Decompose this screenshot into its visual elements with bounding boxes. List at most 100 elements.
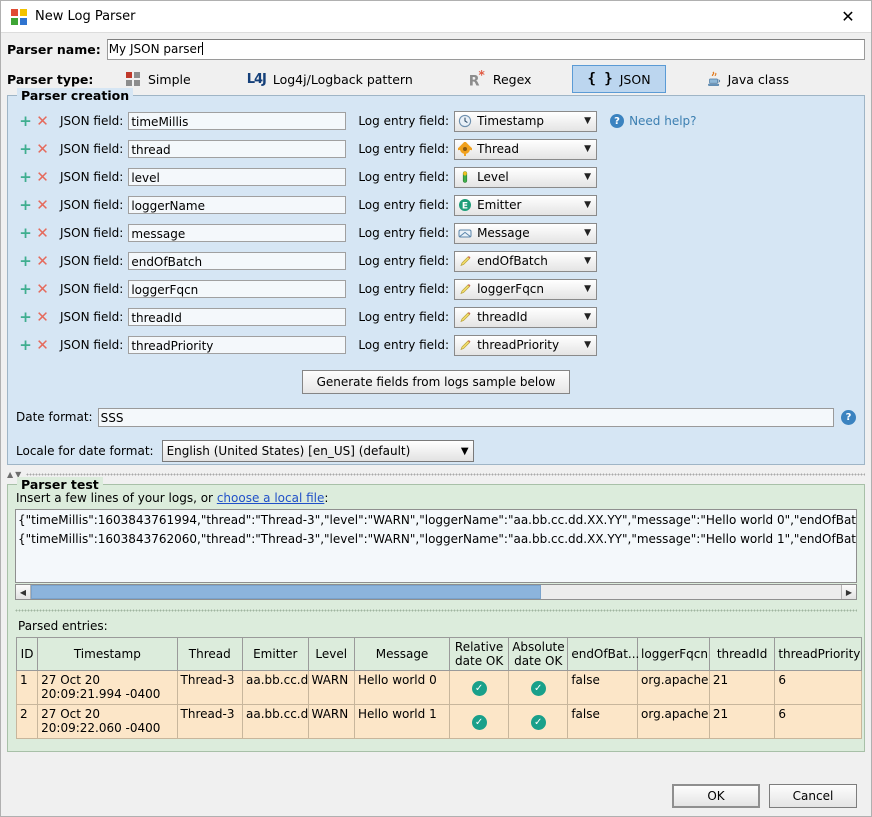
log-entry-field-select[interactable]: E Emitter ▼ bbox=[454, 194, 598, 216]
log-entry-field-label: Log entry field: bbox=[358, 142, 450, 156]
json-field-input[interactable]: message bbox=[128, 224, 347, 242]
add-field-icon[interactable]: + bbox=[18, 309, 33, 325]
column-header-threadpriority[interactable]: threadPriority bbox=[774, 637, 862, 671]
remove-field-icon[interactable]: ✕ bbox=[35, 337, 50, 353]
choose-local-file-link[interactable]: choose a local file bbox=[217, 491, 325, 505]
hint-suffix: : bbox=[324, 491, 329, 505]
parser-type-tab-regex[interactable]: R* Regex bbox=[454, 65, 547, 93]
locale-select[interactable]: English (United States) [en_US] (default… bbox=[161, 440, 474, 462]
remove-field-icon[interactable]: ✕ bbox=[35, 197, 50, 213]
json-field-input[interactable]: threadPriority bbox=[128, 336, 347, 354]
json-field-input[interactable]: thread bbox=[128, 140, 347, 158]
json-field-input[interactable]: level bbox=[128, 168, 347, 186]
cell-message: Hello world 1 bbox=[353, 704, 451, 739]
pencil-icon bbox=[458, 338, 472, 352]
log-entry-field-select[interactable]: Timestamp ▼ bbox=[454, 110, 598, 132]
hscroll-track[interactable] bbox=[31, 585, 841, 599]
json-field-label: JSON field: bbox=[60, 254, 124, 268]
column-header-emitter[interactable]: Emitter bbox=[242, 637, 309, 671]
date-format-input[interactable]: SSS bbox=[97, 407, 834, 427]
remove-field-icon[interactable]: ✕ bbox=[35, 113, 50, 129]
collapse-up-icon[interactable]: ▲ bbox=[7, 470, 13, 479]
hint-prefix: Insert a few lines of your logs, or bbox=[16, 491, 217, 505]
field-row: + ✕ JSON field: endOfBatch Log entry fie… bbox=[8, 247, 864, 275]
add-field-icon[interactable]: + bbox=[18, 281, 33, 297]
parser-name-input[interactable]: My JSON parser bbox=[106, 38, 865, 60]
add-field-icon[interactable]: + bbox=[18, 337, 33, 353]
json-field-input[interactable]: timeMillis bbox=[128, 112, 347, 130]
json-field-label: JSON field: bbox=[60, 198, 124, 212]
log-entry-field-label: Log entry field: bbox=[358, 170, 450, 184]
log-entry-field-select[interactable]: endOfBatch ▼ bbox=[454, 250, 598, 272]
column-header-message[interactable]: Message bbox=[353, 637, 451, 671]
ok-button[interactable]: OK bbox=[672, 784, 760, 808]
log-entry-field-select[interactable]: threadPriority ▼ bbox=[454, 334, 598, 356]
arrow-right-icon[interactable]: ▶ bbox=[841, 585, 856, 599]
parser-name-value: My JSON parser bbox=[108, 41, 202, 56]
json-field-input[interactable]: endOfBatch bbox=[128, 252, 347, 270]
log-entry-field-select[interactable]: threadId ▼ bbox=[454, 306, 598, 328]
add-field-icon[interactable]: + bbox=[18, 113, 33, 129]
check-circle-icon: ✓ bbox=[530, 680, 546, 696]
question-mark-icon[interactable]: ? bbox=[841, 409, 856, 425]
need-help-link[interactable]: ? Need help? bbox=[610, 114, 697, 128]
log-entry-field-select[interactable]: Level ▼ bbox=[454, 166, 598, 188]
cell-loggerfqcn: org.apache.logging.lo bbox=[637, 670, 710, 705]
remove-field-icon[interactable]: ✕ bbox=[35, 253, 50, 269]
parser-type-tab-log4j[interactable]: L4J Log4j/Logback pattern bbox=[232, 65, 428, 93]
arrow-left-icon[interactable]: ◀ bbox=[16, 585, 31, 599]
add-field-icon[interactable]: + bbox=[18, 253, 33, 269]
app-squares-icon bbox=[11, 8, 27, 25]
add-field-icon[interactable]: + bbox=[18, 141, 33, 157]
json-field-input[interactable]: threadId bbox=[128, 308, 347, 326]
hscroll-thumb[interactable] bbox=[31, 585, 542, 599]
json-field-label: JSON field: bbox=[60, 310, 124, 324]
log-sample-hscrollbar[interactable]: ◀ ▶ bbox=[15, 584, 857, 600]
dialog-footer: OK Cancel bbox=[1, 776, 871, 816]
column-header-thread[interactable]: Thread bbox=[176, 637, 244, 671]
log-entry-field-label: Log entry field: bbox=[358, 338, 450, 352]
column-header-timestamp[interactable]: Timestamp bbox=[37, 637, 178, 671]
field-rows: + ✕ JSON field: timeMillis Log entry fie… bbox=[8, 96, 864, 359]
column-header-relative-date-ok[interactable]: Relative date OK bbox=[449, 637, 510, 671]
log-sample-textarea[interactable]: {"timeMillis":1603843761994,"thread":"Th… bbox=[15, 509, 857, 583]
close-icon[interactable]: ✕ bbox=[825, 1, 871, 32]
column-header-loggerfqcn[interactable]: loggerFqcn bbox=[637, 637, 710, 671]
locale-label: Locale for date format: bbox=[16, 444, 154, 458]
check-circle-icon: ✓ bbox=[471, 680, 487, 696]
column-header-level[interactable]: Level bbox=[307, 637, 355, 671]
column-header-threadid[interactable]: threadId bbox=[708, 637, 776, 671]
clock-icon bbox=[458, 114, 472, 128]
field-row: + ✕ JSON field: level Log entry field: L… bbox=[8, 163, 864, 191]
chevron-down-icon: ▼ bbox=[584, 312, 592, 322]
json-field-input[interactable]: loggerName bbox=[128, 196, 347, 214]
split-pane-divider[interactable]: ▲ ▼ bbox=[7, 469, 865, 480]
remove-field-icon[interactable]: ✕ bbox=[35, 169, 50, 185]
parser-name-row: Parser name: My JSON parser bbox=[1, 38, 871, 60]
generate-fields-button[interactable]: Generate fields from logs sample below bbox=[301, 370, 571, 394]
field-row: + ✕ JSON field: timeMillis Log entry fie… bbox=[8, 107, 864, 135]
parser-type-tab-json[interactable]: { } JSON bbox=[572, 65, 666, 93]
add-field-icon[interactable]: + bbox=[18, 197, 33, 213]
remove-field-icon[interactable]: ✕ bbox=[35, 309, 50, 325]
column-header-id[interactable]: ID bbox=[15, 637, 39, 671]
parser-type-tab-java[interactable]: Java class bbox=[692, 65, 804, 93]
remove-field-icon[interactable]: ✕ bbox=[35, 141, 50, 157]
add-field-icon[interactable]: + bbox=[18, 225, 33, 241]
table-row[interactable]: 2 27 Oct 20 20:09:22.060 -0400 Thread-3 … bbox=[15, 704, 862, 739]
log-entry-field-select[interactable]: Message ▼ bbox=[454, 222, 598, 244]
remove-field-icon[interactable]: ✕ bbox=[35, 225, 50, 241]
emitter-e-icon: E bbox=[458, 198, 472, 212]
log-entry-field-select[interactable]: loggerFqcn ▼ bbox=[454, 278, 598, 300]
remove-field-icon[interactable]: ✕ bbox=[35, 281, 50, 297]
json-field-input[interactable]: loggerFqcn bbox=[128, 280, 347, 298]
add-field-icon[interactable]: + bbox=[18, 169, 33, 185]
divider-grip bbox=[26, 473, 865, 476]
json-field-label: JSON field: bbox=[60, 114, 124, 128]
parser-type-label: Parser type: bbox=[7, 71, 94, 87]
table-row[interactable]: 1 27 Oct 20 20:09:21.994 -0400 Thread-3 … bbox=[15, 670, 862, 705]
column-header-endofbatch[interactable]: endOfBat... bbox=[567, 637, 639, 671]
log-entry-field-select[interactable]: Thread ▼ bbox=[454, 138, 598, 160]
column-header-absolute-date-ok[interactable]: Absolute date OK bbox=[508, 637, 569, 671]
cancel-button[interactable]: Cancel bbox=[769, 784, 857, 808]
